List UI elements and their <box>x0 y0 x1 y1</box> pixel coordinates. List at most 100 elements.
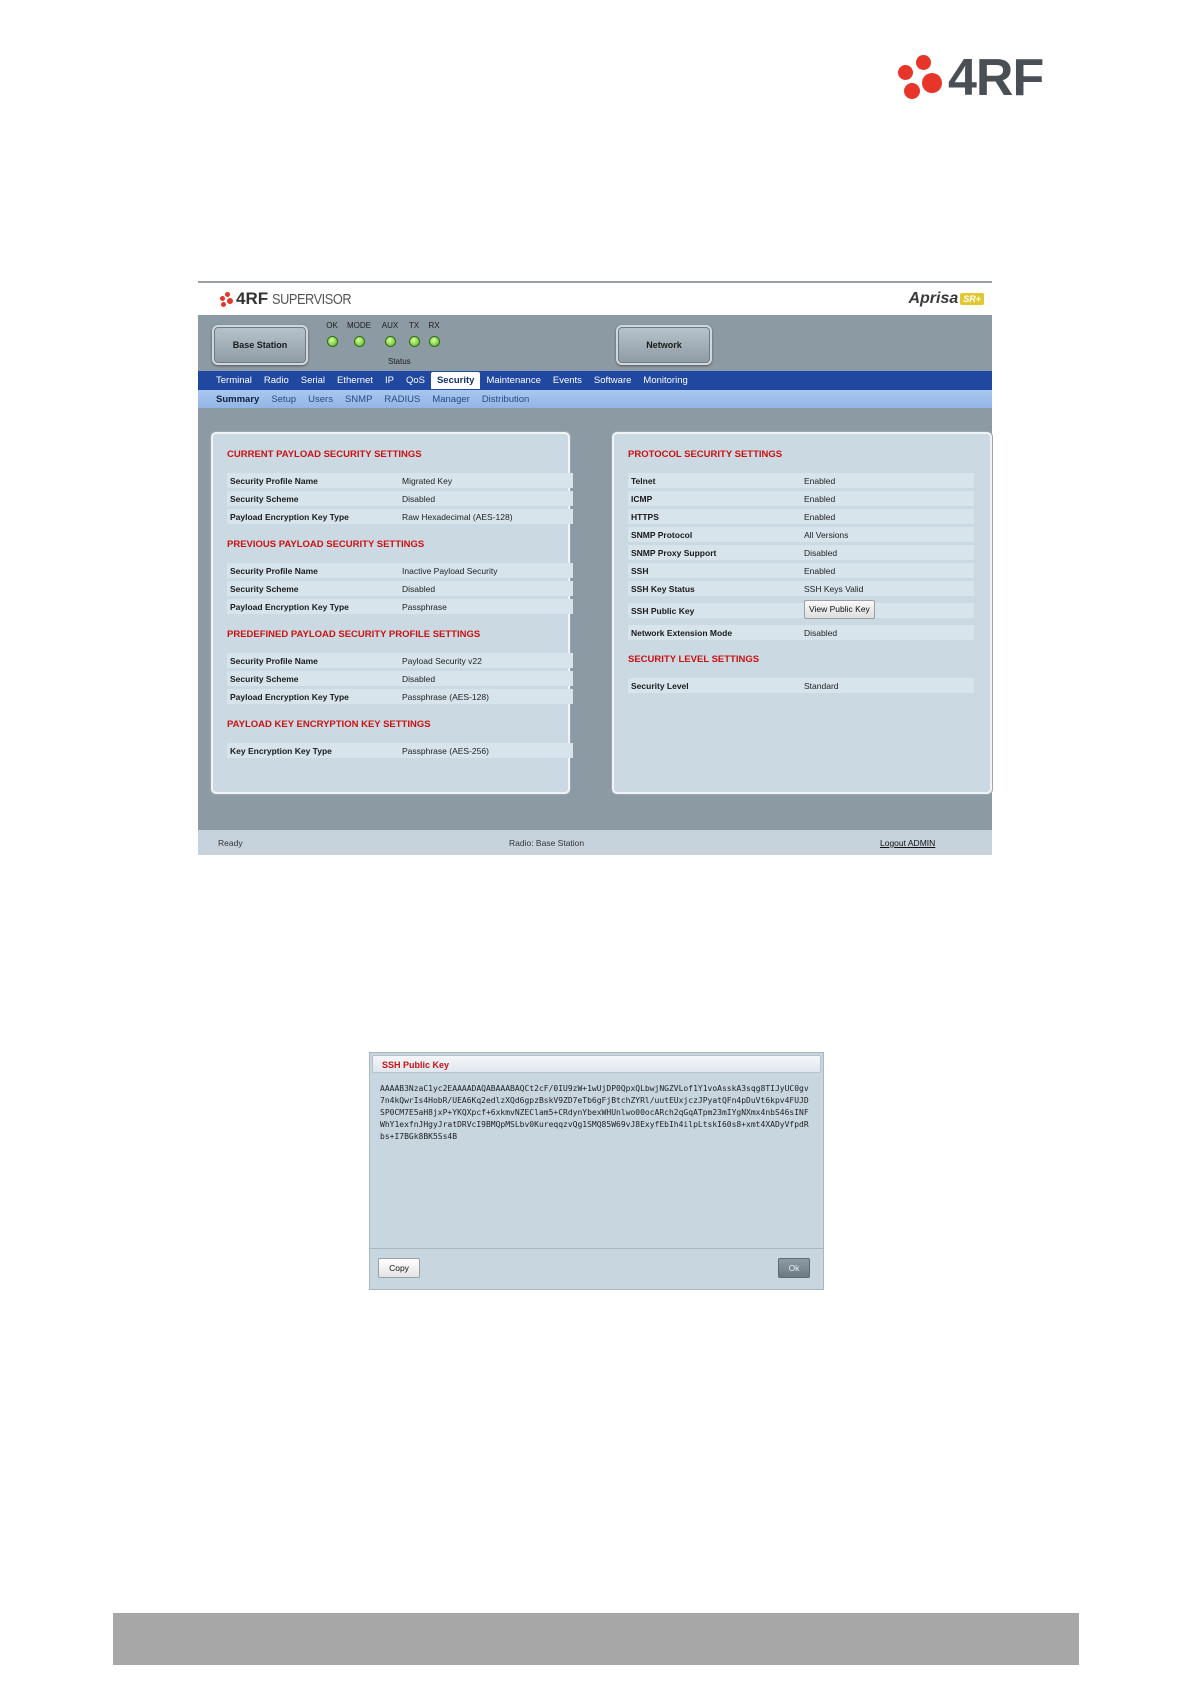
led-ok-label: OK <box>326 321 338 330</box>
aprisa-logo: Aprisa SR+ <box>908 289 984 309</box>
supervisor-logo-icon <box>220 291 234 307</box>
row-label: Security Profile Name <box>230 565 318 576</box>
app-header: Base Station OK MODE AUX TX RX Status Ne… <box>198 315 992 371</box>
nav-qos[interactable]: QoS <box>400 372 431 389</box>
led-tx: TX <box>404 321 424 347</box>
current-profile-name-row: Security Profile Name Migrated Key <box>227 473 573 488</box>
supervisor-logo: 4RF SUPERVISOR <box>220 288 365 310</box>
network-button[interactable]: Network <box>616 325 712 365</box>
logout-link[interactable]: Logout ADMIN <box>880 838 935 848</box>
row-value: Migrated Key <box>402 475 453 486</box>
row-label: SSH Public Key <box>631 605 695 616</box>
snmp-protocol-row: SNMP Protocol All Versions <box>628 527 974 542</box>
row-value: SSH Keys Valid <box>804 583 864 594</box>
led-aux-icon <box>384 336 396 347</box>
nav-security[interactable]: Security <box>430 372 481 389</box>
ssh-key-text: AAAAB3NzaC1yc2EAAAADAQABAAABAQCt2cF/0IU9… <box>380 1084 809 1141</box>
led-rx-label: RX <box>428 321 440 330</box>
row-label: Security Scheme <box>230 583 299 594</box>
row-label: Telnet <box>631 475 656 486</box>
row-value: Standard <box>804 680 839 691</box>
row-label: Security Profile Name <box>230 475 318 486</box>
led-aux: AUX <box>378 321 402 347</box>
row-label: SNMP Proxy Support <box>631 547 717 558</box>
nav-terminal[interactable]: Terminal <box>210 372 258 389</box>
subnav-snmp[interactable]: SNMP <box>339 394 378 405</box>
led-ok: OK <box>322 321 342 347</box>
row-value: Disabled <box>804 547 838 558</box>
subnav-summary[interactable]: Summary <box>210 394 265 405</box>
supervisor-logo-product: SUPERVISOR <box>272 290 352 308</box>
telnet-row: Telnet Enabled <box>628 473 974 488</box>
nav-maintenance[interactable]: Maintenance <box>480 372 546 389</box>
row-value: Inactive Payload Security <box>402 565 498 576</box>
row-value: Raw Hexadecimal (AES-128) <box>402 511 513 522</box>
row-label: Payload Encryption Key Type <box>230 511 349 522</box>
row-label: Security Profile Name <box>230 655 318 666</box>
dialog-divider <box>370 1248 823 1249</box>
snmp-proxy-row: SNMP Proxy Support Disabled <box>628 545 974 560</box>
protocol-security-title: PROTOCOL SECURITY SETTINGS <box>628 449 783 460</box>
ssh-row: SSH Enabled <box>628 563 974 578</box>
row-value: Passphrase (AES-256) <box>402 745 489 756</box>
copy-button[interactable]: Copy <box>378 1258 420 1278</box>
kek-settings-title: PAYLOAD KEY ENCRYPTION KEY SETTINGS <box>227 719 431 730</box>
subnav-manager[interactable]: Manager <box>426 394 476 405</box>
row-value: All Versions <box>804 529 849 540</box>
ok-button[interactable]: Ok <box>778 1258 810 1278</box>
subnav-distribution[interactable]: Distribution <box>476 394 536 405</box>
dialog-title: SSH Public Key <box>372 1055 821 1073</box>
led-tx-icon <box>408 336 420 347</box>
led-rx-icon <box>428 336 440 347</box>
base-station-button[interactable]: Base Station <box>212 325 308 365</box>
row-label: SNMP Protocol <box>631 529 693 540</box>
led-ok-icon <box>326 336 338 347</box>
logo-dots-icon <box>898 55 942 101</box>
predefined-key-type-row: Payload Encryption Key Type Passphrase (A… <box>227 689 573 704</box>
nav-serial[interactable]: Serial <box>295 372 331 389</box>
previous-scheme-row: Security Scheme Disabled <box>227 581 573 596</box>
aprisa-logo-name: Aprisa <box>908 290 959 307</box>
row-value: Enabled <box>804 475 836 486</box>
row-label: ICMP <box>631 493 653 504</box>
status-label: Status <box>388 357 411 366</box>
subnav-radius[interactable]: RADIUS <box>378 394 426 405</box>
payload-security-panel: CURRENT PAYLOAD SECURITY SETTINGS Securi… <box>211 432 573 794</box>
sub-nav: Summary Setup Users SNMP RADIUS Manager … <box>198 390 992 408</box>
view-public-key-button[interactable]: View Public Key <box>804 600 875 619</box>
row-value: Enabled <box>804 565 836 576</box>
security-level-title: SECURITY LEVEL SETTINGS <box>628 654 760 665</box>
page-logo-text: 4RF <box>948 49 1044 107</box>
subnav-setup[interactable]: Setup <box>265 394 302 405</box>
subnav-users[interactable]: Users <box>302 394 339 405</box>
row-label: Security Scheme <box>230 673 299 684</box>
icmp-row: ICMP Enabled <box>628 491 974 506</box>
previous-profile-name-row: Security Profile Name Inactive Payload Se… <box>227 563 573 578</box>
supervisor-window: 4RF SUPERVISOR Aprisa SR+ Base Station O… <box>198 281 992 855</box>
led-tx-label: TX <box>408 321 420 330</box>
row-label: SSH <box>631 565 649 576</box>
status-leds: OK MODE AUX TX RX Status <box>322 321 442 367</box>
row-label: HTTPS <box>631 511 659 522</box>
row-value: Disabled <box>804 627 838 638</box>
nav-radio[interactable]: Radio <box>258 372 295 389</box>
row-value: Payload Security v22 <box>402 655 482 666</box>
nav-monitoring[interactable]: Monitoring <box>637 372 693 389</box>
predefined-profile-name-row: Security Profile Name Payload Security v2… <box>227 653 573 668</box>
ssh-public-key-row: SSH Public Key View Public Key <box>628 600 974 619</box>
row-value: Disabled <box>402 493 436 504</box>
nav-software[interactable]: Software <box>588 372 638 389</box>
nav-events[interactable]: Events <box>547 372 588 389</box>
predefined-scheme-row: Security Scheme Disabled <box>227 671 573 686</box>
led-rx: RX <box>424 321 444 347</box>
row-value: Passphrase (AES-128) <box>402 691 489 702</box>
protocol-security-panel: PROTOCOL SECURITY SETTINGS Telnet Enabled… <box>612 432 992 794</box>
current-scheme-row: Security Scheme Disabled <box>227 491 573 506</box>
status-radio: Radio: Base Station <box>509 838 585 848</box>
app-topbar: 4RF SUPERVISOR Aprisa SR+ <box>198 283 992 315</box>
current-key-type-row: Payload Encryption Key Type Raw Hexadecim… <box>227 509 573 524</box>
nav-ip[interactable]: IP <box>379 372 400 389</box>
nav-ethernet[interactable]: Ethernet <box>331 372 379 389</box>
previous-payload-title: PREVIOUS PAYLOAD SECURITY SETTINGS <box>227 539 425 550</box>
row-value: Enabled <box>804 493 836 504</box>
